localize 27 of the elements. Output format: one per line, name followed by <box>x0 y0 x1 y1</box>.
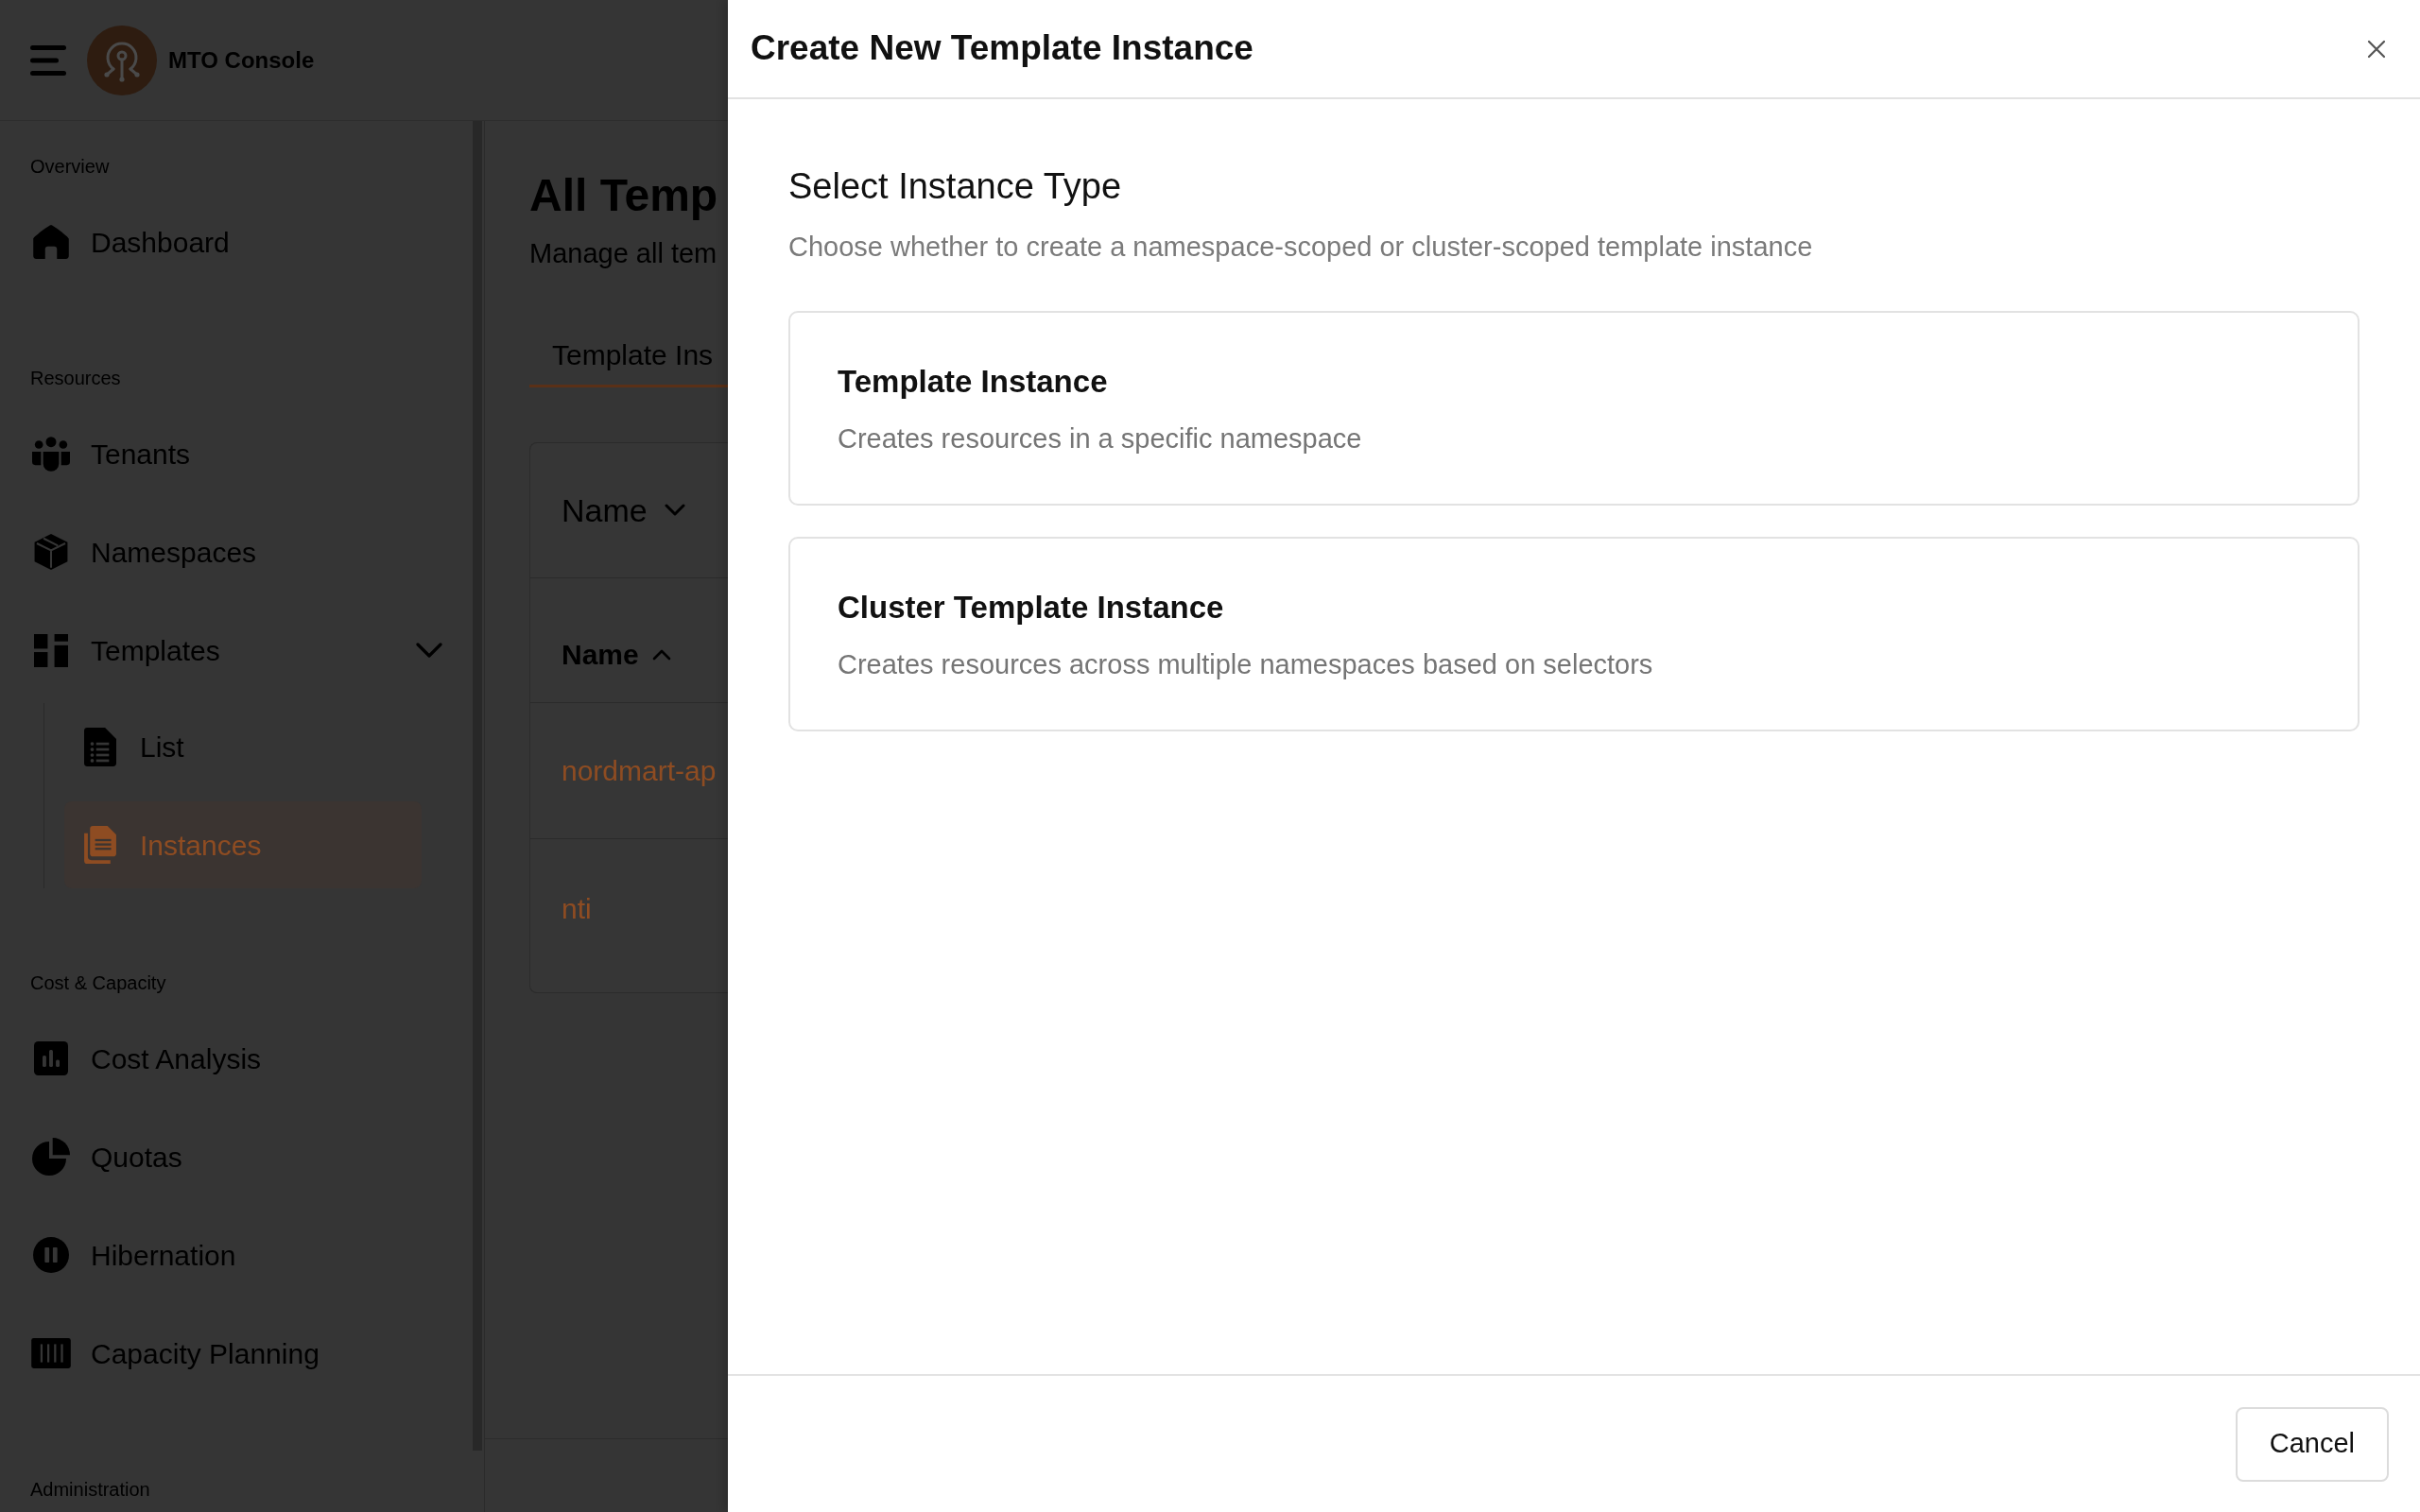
document-list-icon <box>84 727 116 766</box>
section-heading: Select Instance Type <box>788 165 1122 208</box>
section-description: Choose whether to create a namespace-scoped or cluster-scoped template instance <box>788 232 1813 262</box>
option-title: Cluster Template Instance <box>838 589 1224 627</box>
bar-chart-icon <box>34 1041 68 1075</box>
close-icon[interactable] <box>2367 39 2386 59</box>
option-card[interactable]: Template Instance Creates resources in a specific namespace <box>788 311 2360 506</box>
documents-icon <box>84 826 116 864</box>
instance-link[interactable]: nordmart-ap <box>562 754 717 787</box>
menu-icon[interactable] <box>30 44 66 76</box>
caret-icon <box>664 504 685 517</box>
logo-icon <box>87 25 157 95</box>
option-description: Creates resources in a specific namespace <box>838 423 1362 454</box>
vertical-bars-icon <box>31 1338 71 1368</box>
drawer-title: Create New Template Instance <box>751 27 1253 70</box>
option-title: Template Instance <box>838 363 1108 401</box>
home-icon <box>33 225 69 259</box>
instance-link[interactable]: nti <box>562 893 592 925</box>
cube-icon <box>33 534 69 570</box>
grid-icon <box>34 633 68 667</box>
option-description: Creates resources across multiple namespaces based on selectors <box>838 649 1653 679</box>
pause-icon <box>33 1237 69 1273</box>
users-icon <box>32 436 70 472</box>
pie-chart-icon <box>32 1138 70 1176</box>
cancel-button[interactable]: Cancel <box>2235 1406 2389 1482</box>
option-card[interactable]: Cluster Template Instance Creates resources across multiple namespaces based on selectors <box>788 537 2360 731</box>
sidebar-item[interactable]: Instances <box>64 801 422 888</box>
